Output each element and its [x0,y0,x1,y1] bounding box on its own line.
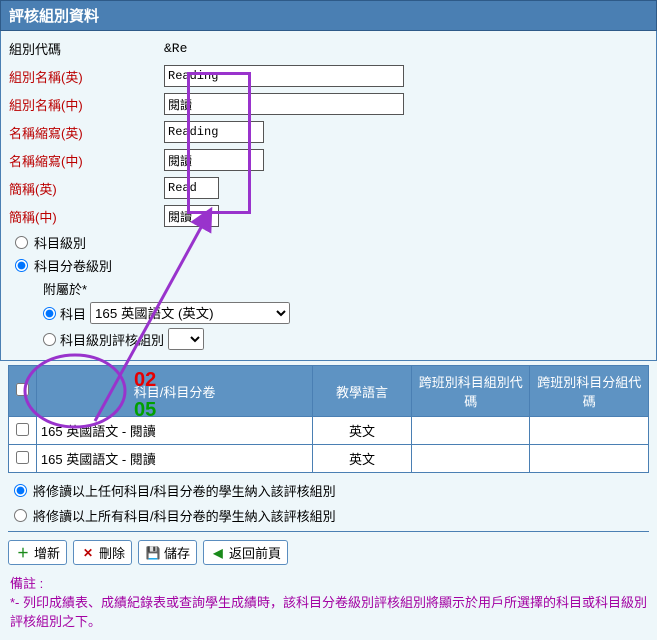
input-short-en[interactable] [164,177,219,199]
delete-icon: ✕ [80,545,96,561]
label-name-en: 組別名稱(英) [9,67,164,86]
remark-body: *- 列印成績表、成績紀錄表或查詢學生成績時，該科目分卷級別評核組別將顯示於用戶… [10,592,647,630]
value-code: &Re [164,41,187,56]
th-cross2: 跨班別科目分組代碼 [530,366,649,417]
row-checkbox[interactable] [16,423,29,436]
back-button[interactable]: ◀ 返回前頁 [203,540,288,565]
th-lang: 教學語言 [313,366,412,417]
label-abbr-ch: 名稱縮寫(中) [9,151,164,170]
th-cross1: 跨班別科目組別代碼 [411,366,530,417]
back-icon: ◀ [210,545,226,561]
cell-subject: 165 英國語文 - 閱讀 [36,445,312,473]
label-name-ch: 組別名稱(中) [9,95,164,114]
label-short-en: 簡稱(英) [9,179,164,198]
divider [8,531,649,532]
radio-include-all[interactable] [14,509,27,522]
cell-cross2 [530,417,649,445]
cell-cross2 [530,445,649,473]
row-checkbox[interactable] [16,451,29,464]
radio-include-any-label: 將修讀以上任何科目/科目分卷的學生納入該評核組別 [33,481,336,500]
label-abbr-en: 名稱縮寫(英) [9,123,164,142]
input-short-ch[interactable] [164,205,219,227]
remark-title: 備註 : [10,573,647,592]
table-row: 165 英國語文 - 閱讀 英文 [9,417,649,445]
attach-label: 附屬於* [43,279,648,298]
cell-cross1 [411,417,530,445]
cell-cross1 [411,445,530,473]
table-row: 165 英國語文 - 閱讀 英文 [9,445,649,473]
back-button-label: 返回前頁 [229,543,281,562]
radio-paper-level-label: 科目分卷級別 [34,256,112,275]
input-name-ch[interactable] [164,93,404,115]
save-icon: 💾 [145,545,161,561]
cell-subject: 165 英國語文 - 閱讀 [36,417,312,445]
subject-table: 科目/科目分卷 教學語言 跨班別科目組別代碼 跨班別科目分組代碼 165 英國語… [8,365,649,473]
radio-subject-level[interactable] [15,236,28,249]
input-name-en[interactable] [164,65,404,87]
radio-paper-level[interactable] [15,259,28,272]
select-group[interactable] [168,328,204,350]
select-subject[interactable]: 165 英國語文 (英文) [90,302,290,324]
th-subject: 科目/科目分卷 [36,366,312,417]
checkbox-all[interactable] [16,383,29,396]
delete-button[interactable]: ✕ 刪除 [73,540,132,565]
label-short-ch: 簡稱(中) [9,207,164,226]
cell-lang: 英文 [313,417,412,445]
radio-include-all-label: 將修讀以上所有科目/科目分卷的學生納入該評核組別 [33,506,336,525]
save-button-label: 儲存 [164,543,190,562]
radio-attach-group[interactable] [43,333,56,346]
form-section: 組別代碼 &Re 組別名稱(英) 組別名稱(中) 名稱縮寫(英) 名稱縮寫(中) [0,31,657,361]
delete-button-label: 刪除 [99,543,125,562]
add-button[interactable]: ＋ 增新 [8,540,67,565]
add-button-label: 增新 [34,543,60,562]
input-abbr-ch[interactable] [164,149,264,171]
page-title: 評核組別資料 [0,0,657,31]
radio-attach-group-label: 科目級別評核組別 [60,330,164,349]
radio-subject-level-label: 科目級別 [34,233,86,252]
radio-attach-subject[interactable] [43,307,56,320]
radio-attach-subject-label: 科目 [60,304,86,323]
save-button[interactable]: 💾 儲存 [138,540,197,565]
radio-include-any[interactable] [14,484,27,497]
add-icon: ＋ [15,545,31,561]
cell-lang: 英文 [313,445,412,473]
label-code: 組別代碼 [9,39,164,58]
input-abbr-en[interactable] [164,121,264,143]
